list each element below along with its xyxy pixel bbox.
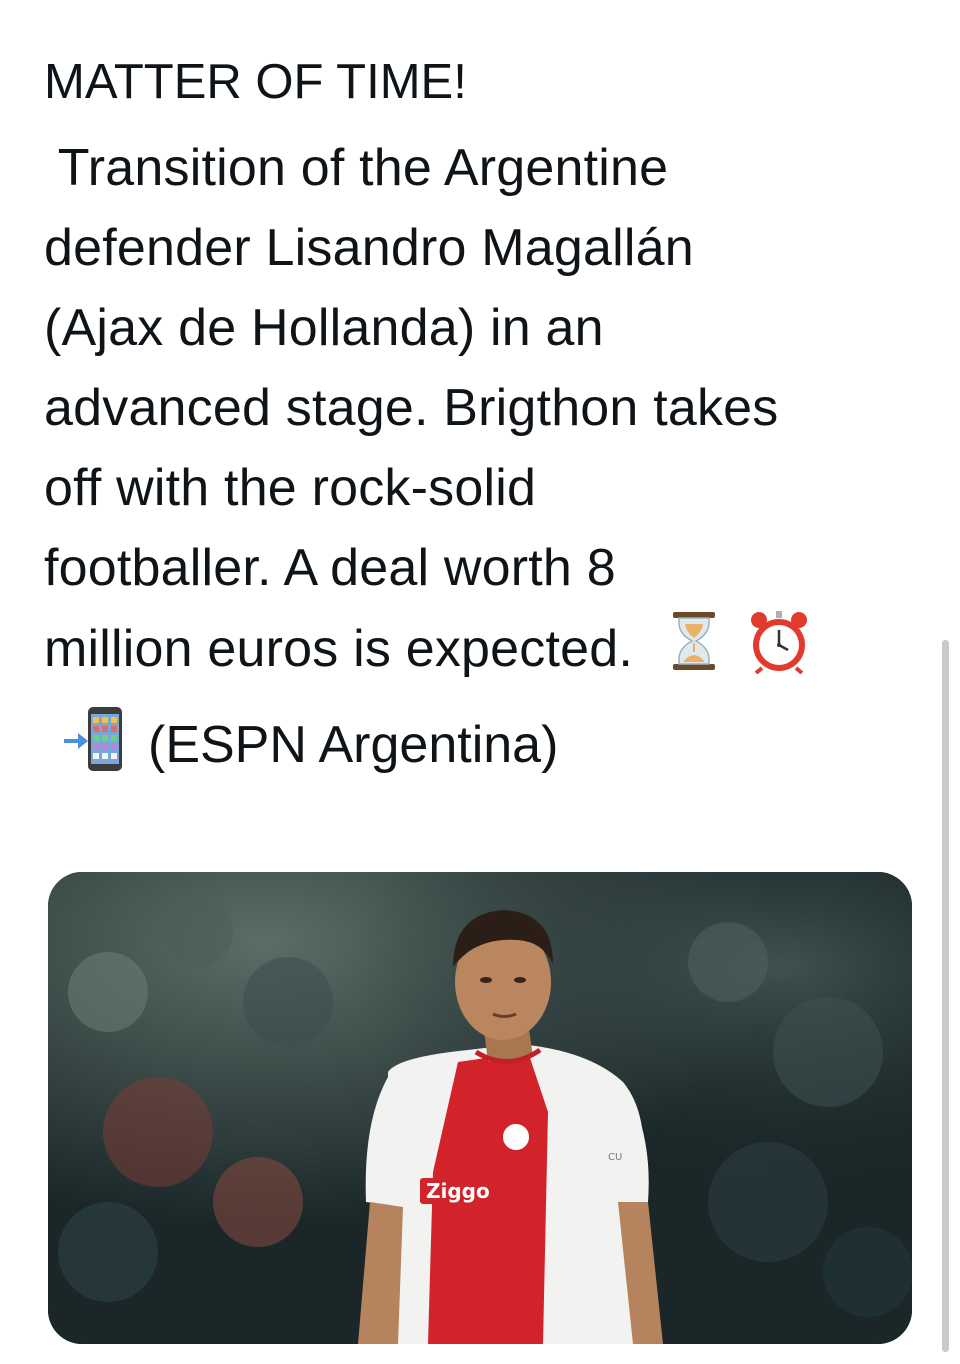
mobile-phone-arrow-icon — [62, 705, 126, 786]
tweet-text: MATTER OF TIME! Transition of the Argent… — [44, 50, 914, 787]
tweet-line: million euros is expected. — [44, 620, 634, 679]
tweet-source: (ESPN Argentina) — [148, 716, 559, 774]
tweet-body: Transition of the Argentine defender Lis… — [44, 128, 914, 697]
scrollbar[interactable] — [942, 640, 949, 1352]
tweet-line: Transition of the Argentine — [44, 139, 669, 197]
tweet-line: footballer. A deal worth 8 — [44, 539, 616, 597]
jersey-sponsor-text: Ziggo — [426, 1179, 490, 1203]
hourglass-icon — [666, 610, 722, 695]
tweet-line: (Ajax de Hollanda) in an — [44, 299, 604, 357]
alarm-clock-icon — [746, 608, 812, 697]
sleeve-text: CU — [608, 1152, 622, 1163]
player-photo: Ziggo CU — [48, 872, 912, 1344]
tweet-line: advanced stage. Brigthon takes — [44, 379, 779, 437]
tweet-line: off with the rock-solid — [44, 459, 537, 517]
tweet-photo[interactable]: Ziggo CU — [48, 872, 912, 1344]
tweet-last-line-row: million euros is expected. — [44, 608, 914, 697]
tweet-line: defender Lisandro Magallán — [44, 219, 694, 277]
tweet-headline: MATTER OF TIME! — [44, 55, 467, 109]
tweet-source-row: (ESPN Argentina) — [44, 703, 914, 787]
